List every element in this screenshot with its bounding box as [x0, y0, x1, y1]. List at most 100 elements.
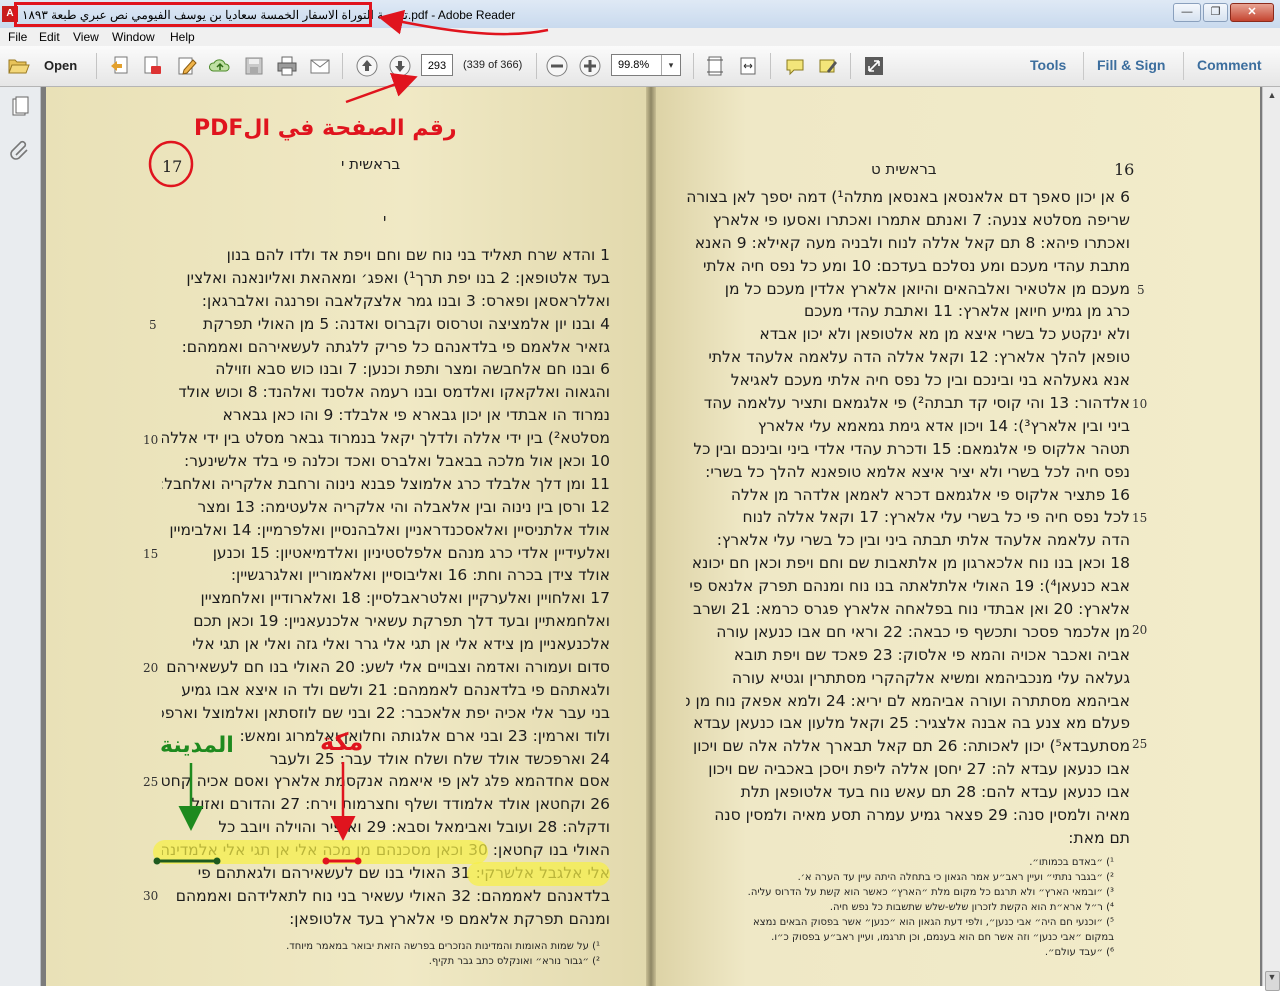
- pane-separator: [1083, 52, 1084, 80]
- text-line: אבו כנעאן עבדא לה: 27 יחסן אללה ליפת ויס…: [708, 760, 1130, 779]
- zoom-level-select[interactable]: 99.8% ▾: [611, 54, 681, 76]
- tools-pane-link[interactable]: Tools: [1030, 57, 1066, 73]
- menu-help[interactable]: Help: [170, 30, 195, 44]
- text-line: ודקלה: 28 ועובל ואבימאל וסבא: 29 ואופיר …: [218, 818, 610, 837]
- pdf-page-right: 16 בראשית ט 5 10 15 20 25 6 אן יכון סאפך…: [656, 87, 1260, 986]
- zoom-in-button[interactable]: [578, 54, 602, 78]
- margin-line-number: 25: [1132, 737, 1148, 751]
- close-button[interactable]: ✕: [1230, 3, 1274, 22]
- footnote: ⁴) ר״ל ארא״ת הוא הקשת לזכרון שלש-שלש שתש…: [829, 902, 1114, 913]
- save-button[interactable]: [242, 54, 266, 78]
- minimize-button[interactable]: —: [1173, 3, 1201, 22]
- menu-edit[interactable]: Edit: [39, 30, 60, 44]
- fit-width-button[interactable]: [736, 54, 760, 78]
- previous-page-button[interactable]: [355, 54, 379, 78]
- export-pdf-button[interactable]: [141, 54, 165, 78]
- text-line: ומנהם תפרקת אלאמם פי אלארץ בעד אלטופאן:: [289, 909, 610, 928]
- margin-line-number: 10: [143, 433, 159, 447]
- export-pdf-icon: [144, 56, 161, 74]
- footnote: במקום ״אבי כנען״ וזה אשר חם הוא בענמם, ו…: [771, 932, 1114, 943]
- text-line: 16 פתציר אלקוס פי אלגמאם דכרא לאמאן אלדה…: [730, 485, 1130, 504]
- text-line: ולא ינקטע כל בשרי איצא מן מא אלטופאן ולא…: [759, 325, 1130, 344]
- margin-line-number: 15: [1132, 511, 1148, 525]
- margin-line-number: 25: [143, 775, 159, 789]
- fit-page-icon: [707, 56, 723, 76]
- text-line: 17 ואלחויין ואלערקיין ואלטראבלסיין: 18 ו…: [200, 589, 610, 608]
- printer-icon: [277, 56, 297, 76]
- text-highlight[interactable]: [153, 840, 488, 864]
- margin-line-number: 5: [1137, 283, 1145, 297]
- menu-window[interactable]: Window: [112, 30, 155, 44]
- text-line: מסלטא²) בין ידי אללה ולדלך יקאל בנמרוד ג…: [162, 429, 610, 448]
- zoom-out-button[interactable]: [545, 54, 569, 78]
- full-screen-button[interactable]: [862, 54, 886, 78]
- text-line: ביני ובין אלארץ³): 14 ויכון אדא גימת גמא…: [757, 416, 1130, 435]
- email-button[interactable]: [308, 54, 332, 78]
- highlight-text-button[interactable]: [816, 54, 840, 78]
- title-annotation-box: [14, 2, 372, 27]
- fill-sign-pane-link[interactable]: Fill & Sign: [1097, 57, 1165, 73]
- text-line: מסתעבדא⁵) יכון לאכותה: 26 תם קאל תבארך א…: [692, 737, 1130, 756]
- margin-line-number: 15: [143, 547, 159, 561]
- menu-file[interactable]: File: [8, 30, 27, 44]
- footnotes: ¹) על שמות האומות והמדינות הנזכרים בפרשה…: [196, 939, 600, 969]
- text-line: אסם אחדהמא פלג לאן פי איאמה אנקסמת אלארץ…: [162, 772, 610, 791]
- text-line: ואלחמאתיין ובעד דלך תפרקת עשאיר אלכנעאני…: [193, 612, 610, 631]
- margin-line-number: 20: [143, 661, 159, 675]
- text-line: מן אלכמר פסכר ותכשף פי כבאה: 22 וראי חם …: [716, 622, 1130, 641]
- text-line: מאיה ולמסין סנה: 29 פצאר גמיע עמרה תסע מ…: [714, 806, 1130, 825]
- text-line: 6 ובנו חם אלחבשה ומצר ותפת וכנען: 7 ובנו…: [215, 360, 610, 379]
- menu-view[interactable]: View: [73, 30, 99, 44]
- print-button[interactable]: [275, 54, 299, 78]
- restore-button[interactable]: ❐: [1203, 3, 1228, 22]
- text-line: אביהמא מסתתרה ועורה אביהמא לם יריא: 24 ו…: [686, 691, 1130, 710]
- text-line: 4 ובנו יון אלמציצה וטרסוס וקברוס ואדנה: …: [203, 314, 610, 333]
- edit-pdf-button[interactable]: [175, 54, 199, 78]
- fit-page-button[interactable]: [703, 54, 727, 78]
- page-count-label: (339 of 366): [463, 59, 523, 71]
- page-number-input[interactable]: 293: [421, 54, 453, 76]
- text-line: בעד אלטופאן: 2 בנו יפת תרך¹) ואפג׳ ומאהא…: [186, 268, 610, 287]
- footnote: ²) ״בגבר נתתי״ ועיין ראב״ע אמר הגאון כי …: [797, 872, 1114, 883]
- navigation-pane: [0, 87, 41, 986]
- footnote: ⁶) ״עבד עולם״.: [1044, 947, 1114, 958]
- page-thumbnails-icon[interactable]: [8, 95, 32, 119]
- text-line: אבו כנעאן עבדא להם: 28 תם עאש נוח בעד אל…: [740, 783, 1130, 802]
- scroll-up-arrow-icon[interactable]: ▲: [1263, 87, 1280, 103]
- sticky-note-button[interactable]: [783, 54, 807, 78]
- zoom-out-minus-icon: [546, 55, 568, 77]
- zoom-value: 99.8%: [618, 59, 650, 71]
- next-page-button[interactable]: [388, 54, 412, 78]
- text-line: נפס חיה לכל בשרי ולא יציר איצא אלמא טופא…: [705, 462, 1130, 481]
- text-line: אבא כנעאן⁴): 19 האולי אלתלאתה בנו נוח ומ…: [689, 577, 1130, 596]
- text-line: בני עבר אלי אכיה יפת אלאכבר: 22 ובני שם …: [162, 703, 610, 722]
- folder-open-icon: [8, 59, 30, 74]
- save-disk-icon: [245, 57, 263, 75]
- create-pdf-icon: [111, 56, 128, 74]
- arrow-up-icon: [356, 55, 378, 77]
- toolbar-separator: [96, 53, 97, 79]
- vertical-scrollbar[interactable]: ▲ ▼: [1262, 87, 1280, 991]
- margin-line-number: 30: [143, 889, 159, 903]
- comment-pane-link[interactable]: Comment: [1197, 57, 1262, 73]
- scroll-down-arrow-icon[interactable]: ▼: [1263, 969, 1280, 985]
- chevron-down-icon[interactable]: ▾: [661, 55, 680, 75]
- edit-pencil-icon: [178, 57, 197, 75]
- text-line: אולד צידן בכרה וחת: 16 ואליבוסיין ואלאמו…: [230, 566, 610, 585]
- toolbar-separator: [770, 53, 771, 79]
- text-line: אלדהור: 13 והי קוסי קד תבתה²) פי אלגמאם …: [703, 394, 1130, 413]
- footnotes: ¹) ״באדם בכמותו״. ²) ״בגבר נתתי״ ועיין רא…: [704, 855, 1114, 960]
- create-pdf-button[interactable]: [108, 54, 132, 78]
- running-head: בראשית ט: [871, 160, 937, 178]
- cloud-upload-button[interactable]: [208, 54, 232, 78]
- text-line: נמרוד הו אבתדי אן יכון גבארא פי אלבלד: 9…: [222, 406, 611, 425]
- footnote: ¹) ״באדם בכמותו״.: [1029, 857, 1114, 868]
- text-line: אביה ואכבר אכויה והמא פי אלסוק: 23 פאכד …: [733, 645, 1130, 664]
- text-highlight[interactable]: [467, 862, 610, 886]
- page-text: 1 והדא שרח תאליד בני נוח שם וחם ויפת אד …: [162, 244, 610, 931]
- page-gutter: [646, 87, 656, 986]
- text-line: 26 וקחטאן אולד אלמודד ושלף וחצרמות וירח:…: [191, 795, 611, 814]
- attachments-paperclip-icon[interactable]: [8, 137, 32, 161]
- page-text: 6 אן יכון סאפך דם אלאנסאן באנסאן מתלה¹) …: [686, 186, 1130, 850]
- text-line: מתבת עהדי מעכם ומע נסלכם בעדכם: 10 ומע כ…: [702, 256, 1130, 275]
